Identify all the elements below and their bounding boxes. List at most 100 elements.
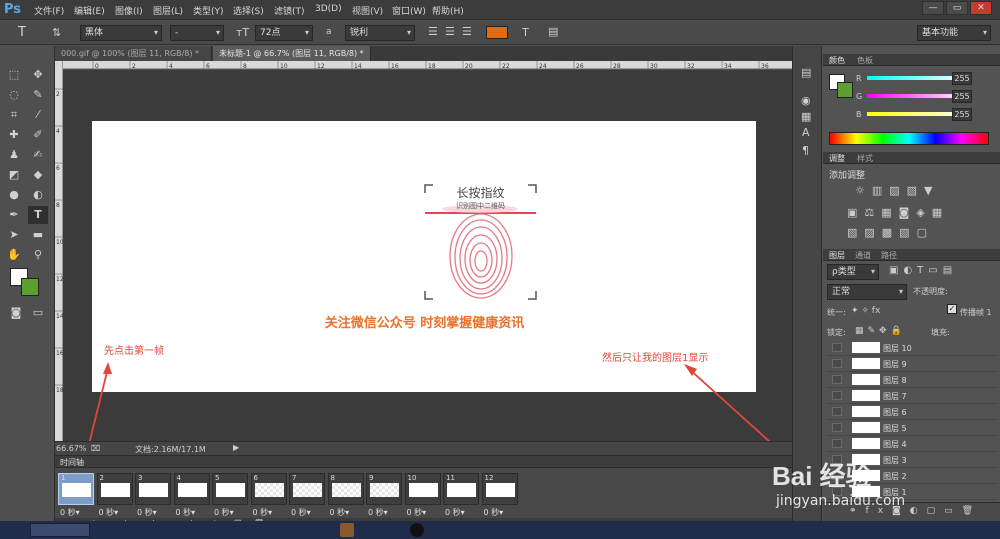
frame-number: 12 [484, 474, 494, 482]
frame-thumbnail [370, 483, 399, 497]
frame-duration[interactable]: 0 秒▾ [214, 507, 234, 518]
tab-paths[interactable]: 路径 [881, 250, 897, 261]
taskbar-app-2[interactable] [340, 523, 354, 537]
lock-label: 锁定: [827, 328, 846, 337]
character-icon[interactable]: A [802, 126, 810, 139]
timeline-frame[interactable]: 7 [289, 473, 325, 505]
frame-thumbnail [331, 483, 361, 497]
frame-number: 5 [215, 474, 220, 482]
timeline-frame[interactable]: 11 [443, 473, 479, 505]
layer-filter-icons[interactable]: ▣◐T▭▤ [889, 265, 957, 276]
panel-icon-strip: ▤ ◉ ▦ A ¶ [792, 46, 822, 521]
layer-row[interactable]: 图层 10 [827, 340, 997, 356]
frame-duration[interactable]: 0 秒▾ [445, 507, 465, 518]
visibility-icon[interactable] [832, 359, 842, 368]
adjustment-icons-row2[interactable]: ▣⚖▦◙◈▦ [847, 206, 949, 219]
timeline-frame[interactable]: 4 [173, 473, 210, 505]
tab-color[interactable]: 颜色 [829, 55, 845, 66]
color-bg-swatch[interactable] [837, 82, 853, 98]
tab-channels[interactable]: 通道 [855, 250, 871, 261]
timeline-frame[interactable]: 2 [96, 473, 133, 505]
status-icon: ⌧ [91, 444, 101, 453]
watermark-url: jingyan.baidu.com [776, 493, 906, 509]
paragraph-icon[interactable]: ¶ [802, 144, 809, 157]
taskbar [0, 521, 1000, 539]
frame-thumbnail [293, 483, 322, 497]
frame-thumbnail [254, 483, 284, 497]
layer-name: 图层 6 [883, 408, 907, 417]
lock-icons[interactable]: ▦✎✥🔒 [855, 326, 906, 336]
visibility-icon[interactable] [832, 375, 842, 384]
layer-name: 图层 10 [883, 344, 912, 353]
channel-value[interactable]: 255 [952, 108, 972, 121]
layer-row[interactable]: 图层 7 [827, 388, 997, 404]
timeline-frame[interactable]: 8 [327, 473, 364, 505]
frame-duration[interactable]: 0 秒▾ [137, 507, 157, 518]
adjustment-icons-row3[interactable]: ▧▨▩▧▢ [847, 226, 934, 239]
visibility-icon[interactable] [832, 439, 842, 448]
timeline-frame[interactable]: 1 [58, 473, 94, 505]
frame-duration[interactable]: 0 秒▾ [291, 507, 311, 518]
doc-size: 文档:2.16M/17.1M [135, 445, 206, 454]
tab-swatches[interactable]: 色板 [857, 55, 873, 66]
layer-thumbnail [852, 342, 880, 353]
propagate-checkbox[interactable]: ✓ [947, 304, 957, 314]
layer-row[interactable]: 图层 8 [827, 372, 997, 388]
layer-name: 图层 8 [883, 376, 907, 385]
blend-mode-select[interactable]: 正常 [827, 284, 907, 300]
visibility-icon[interactable] [832, 423, 842, 432]
layer-name: 图层 4 [883, 440, 907, 449]
layer-filter-select[interactable]: ρ类型 [827, 264, 879, 280]
unify-icons[interactable]: ✦ ✧ fx [851, 306, 880, 316]
timeline-frame[interactable]: 5 [212, 473, 248, 505]
color-spectrum[interactable] [829, 132, 989, 145]
layer-row[interactable]: 图层 9 [827, 356, 997, 372]
tab-styles[interactable]: 样式 [857, 153, 873, 164]
timeline-frame[interactable]: 9 [366, 473, 402, 505]
layer-row[interactable]: 图层 6 [827, 404, 997, 420]
frame-duration[interactable]: 0 秒▾ [176, 507, 196, 518]
frame-number: 4 [176, 474, 181, 482]
timeline-frame[interactable]: 12 [481, 473, 518, 505]
properties-icon[interactable]: ▦ [801, 110, 811, 123]
frame-thumbnail [216, 483, 245, 497]
status-arrow-icon[interactable]: ▶ [233, 443, 239, 452]
frame-duration[interactable]: 0 秒▾ [330, 507, 350, 518]
tab-layers[interactable]: 图层 [829, 250, 845, 261]
channel-value[interactable]: 255 [952, 90, 972, 103]
tab-adjustments[interactable]: 调整 [829, 153, 845, 164]
frame-duration[interactable]: 0 秒▾ [253, 507, 273, 518]
baidu-watermark: Bai 经验 [772, 461, 872, 491]
frame-number: 9 [369, 474, 374, 482]
frame-duration[interactable]: 0 秒▾ [484, 507, 504, 518]
frame-duration[interactable]: 0 秒▾ [99, 507, 119, 518]
taskbar-app-3[interactable] [410, 523, 424, 537]
adjustment-icons-row1[interactable]: ☼▥▨▧▼ [855, 184, 940, 197]
timeline-frame[interactable]: 3 [135, 473, 171, 505]
frame-thumbnail [485, 483, 515, 497]
channel-value[interactable]: 255 [952, 72, 972, 85]
frame-thumbnail [62, 483, 91, 497]
frame-number: 3 [138, 474, 143, 482]
frame-duration[interactable]: 0 秒▾ [407, 507, 427, 518]
layer-name: 图层 9 [883, 360, 907, 369]
frame-number: 8 [330, 474, 335, 482]
frame-duration[interactable]: 0 秒▾ [368, 507, 388, 518]
actions-icon[interactable]: ◉ [801, 94, 811, 107]
history-icon[interactable]: ▤ [801, 66, 811, 79]
frame-number: 1 [61, 474, 66, 482]
visibility-icon[interactable] [832, 343, 842, 352]
layer-row[interactable]: 图层 5 [827, 420, 997, 436]
visibility-icon[interactable] [832, 391, 842, 400]
visibility-icon[interactable] [832, 407, 842, 416]
taskbar-app-1[interactable] [30, 523, 90, 537]
frame-duration[interactable]: 0 秒▾ [60, 507, 80, 518]
frame-thumbnail [408, 483, 438, 497]
layer-thumbnail [852, 438, 880, 449]
timeline-frame[interactable]: 6 [250, 473, 287, 505]
layer-row[interactable]: 图层 4 [827, 436, 997, 452]
layer-name: 图层 3 [883, 456, 907, 465]
timeline-frame[interactable]: 10 [404, 473, 441, 505]
frame-number: 7 [292, 474, 297, 482]
zoom-level[interactable]: 66.67% [56, 444, 87, 453]
